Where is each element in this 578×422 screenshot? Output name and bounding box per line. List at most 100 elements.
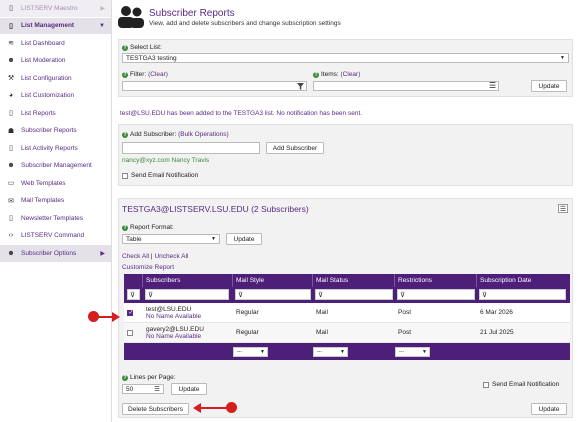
sidebar-item-list-customization[interactable]: ◕ List Customization bbox=[0, 88, 111, 105]
lines-per-page-input[interactable]: 50 ☰ bbox=[122, 384, 164, 394]
report-panel: TESTGA3@LISTSERV.LSU.EDU (2 Subscribers)… bbox=[118, 198, 573, 418]
menu-icon[interactable]: ☰ bbox=[558, 204, 568, 213]
filter-input[interactable] bbox=[122, 81, 307, 91]
help-icon[interactable]: ? bbox=[122, 224, 128, 231]
report-format-dropdown[interactable]: Table ▼ bbox=[122, 234, 220, 244]
check-all-link[interactable]: Check All bbox=[122, 253, 149, 260]
sidebar-item-list-moderation[interactable]: ☻ List Moderation bbox=[0, 53, 111, 70]
subscription-date-filter[interactable]: ⊽ bbox=[479, 289, 566, 300]
mail-status-bulk-select[interactable]: --- ▼ bbox=[313, 346, 348, 357]
filter-icon[interactable] bbox=[297, 83, 304, 90]
sidebar-item-mail-templates[interactable]: ✉ Mail Templates bbox=[0, 193, 111, 210]
sidebar-item-subscriber-options[interactable]: ☻ Subscriber Options ▶ bbox=[0, 245, 111, 263]
table-row[interactable]: ✓ test@LSU.EDU No Name Available Regular … bbox=[124, 303, 570, 323]
success-notice: test@LSU.EDU has been added to the TESTG… bbox=[120, 110, 363, 117]
arrowhead-icon bbox=[193, 403, 201, 413]
sidebar-item-list-activity-reports[interactable]: ▯ List Activity Reports bbox=[0, 140, 111, 158]
sidebar-item-subscriber-reports[interactable]: ☗ Subscriber Reports bbox=[0, 123, 111, 140]
restrictions-bulk-select[interactable]: --- ▼ bbox=[395, 346, 430, 357]
report-send-notification-option[interactable]: Send Email Notification bbox=[483, 381, 559, 388]
add-subscriber-label: ? Add Subscriber: (Bulk Operations) bbox=[122, 131, 229, 138]
sidebar-item-maestro[interactable]: ▯ LISTSERV Maestro ▶ bbox=[0, 0, 111, 18]
mail-status-filter[interactable]: ⊽ bbox=[315, 289, 393, 300]
sidebar-item-label: List Dashboard bbox=[21, 39, 65, 47]
column-header-mail-style[interactable]: Mail Style bbox=[233, 274, 313, 287]
subscription-date-cell: 21 Jul 2025 bbox=[480, 329, 514, 336]
help-icon[interactable]: ? bbox=[122, 44, 128, 51]
sidebar-item-label: Web Templates bbox=[21, 179, 66, 187]
mail-style-bulk-select[interactable]: --- ▼ bbox=[233, 346, 268, 357]
add-subscriber-panel: ? Add Subscriber: (Bulk Operations) Add S… bbox=[118, 124, 573, 186]
person-check-icon: ☻ bbox=[7, 57, 15, 65]
chevron-down-icon: ▼ bbox=[560, 55, 565, 61]
check-links-separator: | bbox=[150, 253, 153, 260]
column-header-restrictions[interactable]: Restrictions bbox=[395, 274, 477, 287]
filter-icon[interactable]: ⊽ bbox=[127, 289, 140, 300]
send-notification-option[interactable]: Send Email Notification bbox=[122, 172, 198, 179]
annotation-dot bbox=[226, 402, 237, 413]
sidebar-item-label: Mail Templates bbox=[21, 197, 65, 205]
help-icon[interactable]: ? bbox=[313, 71, 319, 78]
sidebar-item-newsletter-templates[interactable]: ▯ Newsletter Templates bbox=[0, 210, 111, 228]
wifi-icon: ≋ bbox=[8, 40, 14, 48]
restrictions-cell: Post bbox=[398, 309, 412, 316]
column-header-subscribers[interactable]: Subscribers bbox=[143, 274, 233, 287]
items-label: ? Items: (Clear) bbox=[313, 71, 361, 78]
column-header-subscription-date[interactable]: Subscription Date bbox=[477, 274, 570, 287]
select-list-dropdown[interactable]: TESTGA3 testing ▼ bbox=[122, 53, 569, 63]
report-format-label: ? Report Format: bbox=[122, 224, 174, 231]
row-checkbox-checked[interactable]: ✓ bbox=[127, 309, 134, 316]
document-icon: ▯ bbox=[9, 145, 13, 153]
subscribers-filter[interactable]: ⊽ bbox=[145, 289, 229, 300]
sidebar-item-label: Subscriber Management bbox=[21, 162, 92, 170]
help-icon[interactable]: ? bbox=[122, 131, 128, 138]
sidebar-item-list-dashboard[interactable]: ≋ List Dashboard bbox=[0, 35, 111, 53]
chevron-right-icon: ▶ bbox=[100, 5, 105, 12]
add-subscriber-input[interactable] bbox=[122, 142, 260, 154]
sidebar-item-list-reports[interactable]: ▯ List Reports bbox=[0, 105, 111, 123]
sidebar-item-label: LISTSERV Maestro bbox=[21, 4, 78, 12]
items-clear-link[interactable]: (Clear) bbox=[341, 71, 361, 78]
help-icon[interactable]: ? bbox=[122, 71, 128, 78]
subscribers-table: Subscribers Mail Style Mail Status Restr… bbox=[124, 274, 570, 360]
filter-label: ? Filter: (Clear) bbox=[122, 71, 168, 78]
send-notification-checkbox[interactable] bbox=[122, 172, 128, 179]
lines-update-button[interactable]: Update bbox=[171, 383, 207, 395]
uncheck-all-link[interactable]: Uncheck All bbox=[154, 253, 188, 260]
bottom-update-button[interactable]: Update bbox=[531, 403, 567, 415]
sidebar-item-subscriber-management[interactable]: ☻ Subscriber Management bbox=[0, 158, 111, 175]
items-input[interactable] bbox=[313, 81, 499, 91]
chevron-down-icon: ▼ bbox=[260, 348, 265, 355]
sidebar-item-list-management[interactable]: ▯ List Management ▼ bbox=[0, 17, 111, 35]
sidebar-item-list-configuration[interactable]: ⚒ List Configuration bbox=[0, 70, 111, 88]
delete-subscribers-button[interactable]: Delete Subscribers bbox=[122, 403, 189, 415]
mail-status-cell: Mail bbox=[316, 309, 328, 316]
checkmark-icon: ✓ bbox=[128, 309, 134, 316]
customize-report-link[interactable]: Customize Report bbox=[122, 264, 174, 271]
table-footer: --- ▼ --- ▼ --- ▼ bbox=[124, 343, 570, 360]
sidebar-item-web-templates[interactable]: ▭ Web Templates bbox=[0, 175, 111, 193]
select-column-header bbox=[124, 274, 143, 287]
subscriber-name[interactable]: No Name Available bbox=[146, 333, 201, 340]
sidebar-item-label: List Configuration bbox=[21, 74, 72, 82]
sidebar-item-label: List Moderation bbox=[21, 57, 66, 65]
main-content: Subscriber Reports View, add and delete … bbox=[114, 0, 578, 422]
format-update-button[interactable]: Update bbox=[226, 233, 262, 245]
filter-update-button[interactable]: Update bbox=[531, 80, 567, 92]
mail-style-cell: Regular bbox=[236, 329, 259, 336]
add-subscriber-button[interactable]: Add Subscriber bbox=[266, 142, 324, 154]
send-notification-checkbox[interactable] bbox=[483, 381, 489, 388]
sidebar-item-label: Subscriber Options bbox=[21, 249, 77, 257]
filter-row: ⊽ ⊽ ⊽ ⊽ ⊽ ⊽ bbox=[124, 287, 570, 303]
help-icon[interactable]: ? bbox=[122, 374, 128, 381]
sidebar-item-listserv-command[interactable]: ‹› LISTSERV Command bbox=[0, 228, 111, 245]
restrictions-filter[interactable]: ⊽ bbox=[397, 289, 475, 300]
table-row[interactable]: gavery2@LSU.EDU No Name Available Regular… bbox=[124, 323, 570, 343]
row-checkbox[interactable] bbox=[127, 329, 133, 336]
mail-style-filter[interactable]: ⊽ bbox=[235, 289, 311, 300]
list-icon[interactable]: ☰ bbox=[489, 81, 496, 90]
bulk-operations-link[interactable]: (Bulk Operations) bbox=[178, 131, 229, 138]
filter-clear-link[interactable]: (Clear) bbox=[148, 71, 168, 78]
subscriber-name[interactable]: No Name Available bbox=[146, 313, 201, 320]
column-header-mail-status[interactable]: Mail Status bbox=[313, 274, 395, 287]
